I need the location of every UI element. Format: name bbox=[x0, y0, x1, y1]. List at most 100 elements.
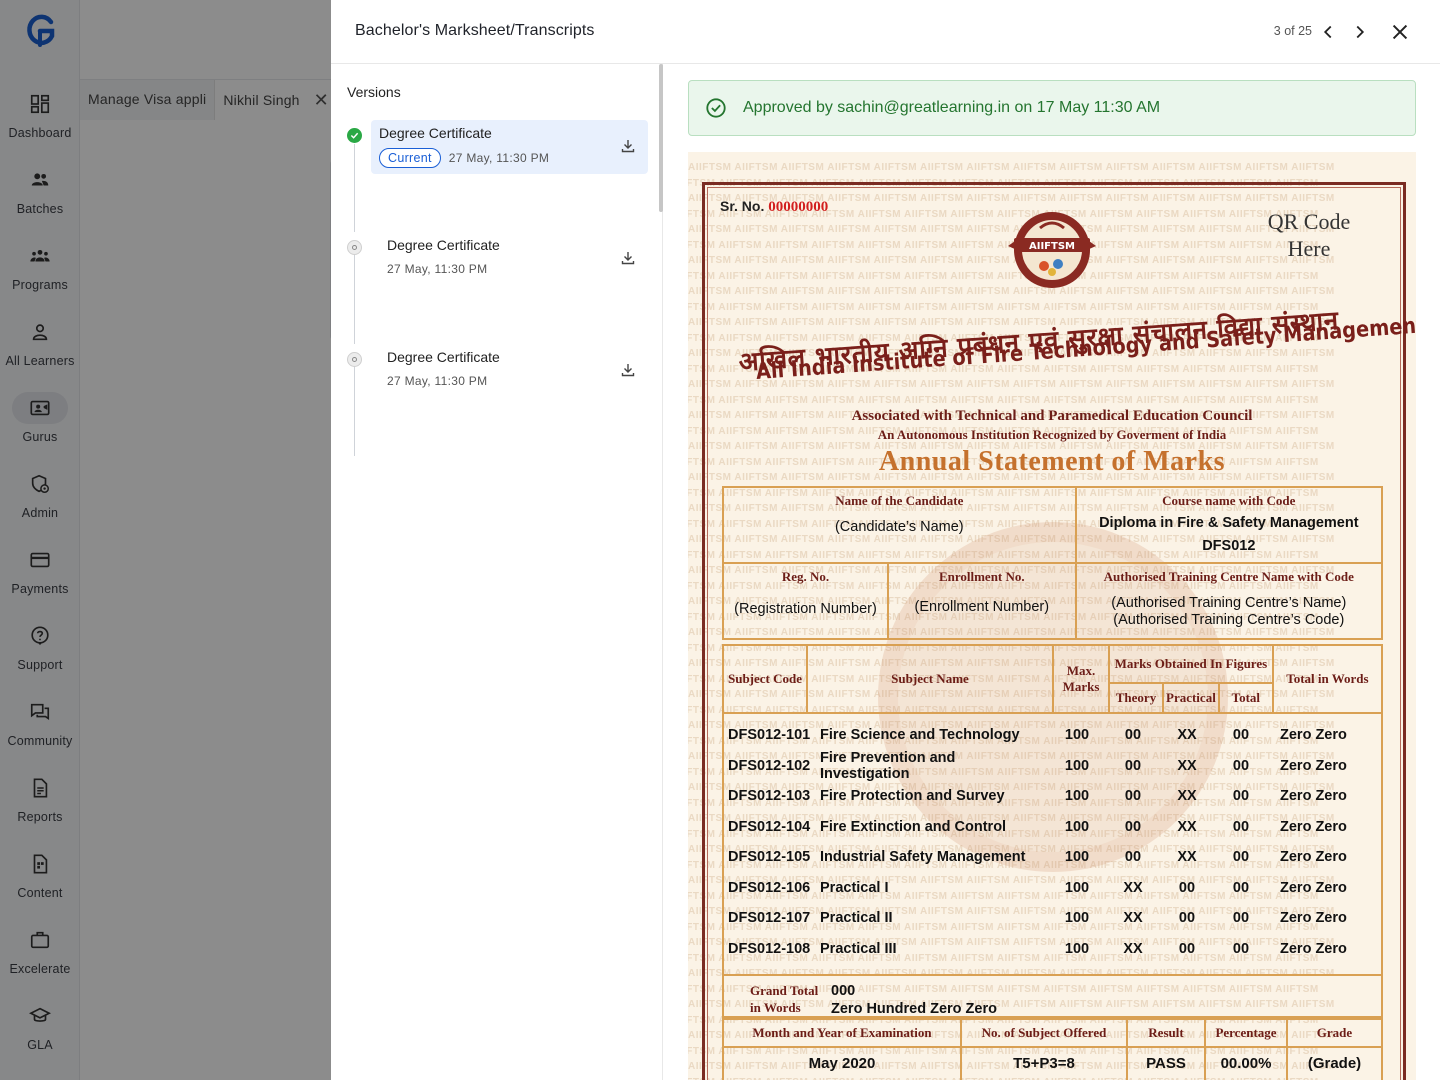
versions-scrollbar[interactable] bbox=[659, 64, 663, 212]
theory-marks: 00 bbox=[1124, 849, 1142, 866]
subject-row: DFS012-108 Practical III 100 XX 00 00 Zero Zer… bbox=[724, 934, 1381, 965]
total-in-words: Zero Zero bbox=[1280, 940, 1347, 957]
atc-code: (Authorised Training Centre’s Code) bbox=[1113, 612, 1345, 628]
current-badge: Current bbox=[379, 148, 441, 168]
approved-check-icon bbox=[347, 128, 362, 143]
subject-code: DFS012-108 bbox=[728, 940, 811, 957]
total-marks: 00 bbox=[1232, 849, 1250, 866]
total-in-words: Zero Zero bbox=[1280, 879, 1347, 896]
recognition-line: An Autonomous Institution Recognized by … bbox=[877, 427, 1227, 442]
version-item[interactable]: Degree Certificate 27 May, 11:30 PM bbox=[371, 344, 648, 398]
total-marks: 00 bbox=[1232, 910, 1250, 927]
subject-name: Fire Protection and Survey bbox=[820, 788, 1005, 805]
version-item[interactable]: Degree Certificate 27 May, 11:30 PM bbox=[371, 232, 648, 286]
grade-caption: Grade bbox=[1316, 1025, 1353, 1040]
close-button[interactable] bbox=[1388, 20, 1412, 44]
reg-caption: Reg. No. bbox=[781, 569, 830, 584]
course-name: Diploma in Fire & Safety Management bbox=[1099, 515, 1359, 531]
version-date: 27 May, 11:30 PM bbox=[448, 151, 550, 165]
total-in-words: Zero Zero bbox=[1280, 818, 1347, 835]
qr-line-1: QR Code bbox=[1267, 209, 1351, 234]
version-item-current[interactable]: Degree Certificate Current 27 May, 11:30… bbox=[371, 120, 648, 174]
col-max-marks: Max. Marks bbox=[1052, 644, 1110, 714]
download-icon[interactable] bbox=[620, 250, 636, 266]
total-in-words: Zero Zero bbox=[1280, 727, 1347, 744]
col-theory: Theory bbox=[1108, 682, 1164, 714]
exam-month-value: May 2020 bbox=[808, 1055, 876, 1072]
subject-name: Practical II bbox=[820, 910, 893, 927]
download-icon[interactable] bbox=[620, 138, 636, 154]
grand-total-number: 000 bbox=[831, 983, 856, 999]
version-name: Degree Certificate bbox=[387, 349, 500, 365]
col-subject-name: Subject Name bbox=[806, 644, 1054, 714]
col-total: Total bbox=[1217, 682, 1274, 714]
subjects-offered-caption: No. of Subject Offered bbox=[981, 1025, 1107, 1040]
atc-caption: Authorised Training Centre Name with Cod… bbox=[1103, 569, 1354, 584]
subject-row: DFS012-107 Practical II 100 XX 00 00 Zero Zero bbox=[724, 903, 1381, 934]
institute-seal-logo: AIIFTSM bbox=[1008, 212, 1096, 288]
result-value: PASS bbox=[1146, 1055, 1186, 1072]
drawer-header: Bachelor's Marksheet/Transcripts 3 of 25 bbox=[331, 0, 1440, 64]
qr-line-2: Here bbox=[1287, 236, 1331, 261]
registration-number: (Registration Number) bbox=[734, 601, 877, 617]
practical-marks: XX bbox=[1177, 818, 1197, 835]
subjects-body: DFS012-101 Fire Science and Technology 100… bbox=[722, 713, 1383, 975]
total-in-words: Zero Zero bbox=[1280, 757, 1347, 774]
subject-code: DFS012-101 bbox=[728, 727, 811, 744]
subject-name: Fire Prevention and Investigation bbox=[820, 749, 956, 782]
total-in-words: Zero Zero bbox=[1280, 788, 1347, 805]
result-summary-table: Month and Year of Examination No. of Sub… bbox=[722, 1018, 1383, 1080]
max-marks: 100 bbox=[1064, 757, 1090, 774]
total-marks: 00 bbox=[1232, 940, 1250, 957]
document-drawer: Bachelor's Marksheet/Transcripts 3 of 25… bbox=[331, 0, 1440, 1080]
practical-marks: XX bbox=[1177, 788, 1197, 805]
practical-marks: 00 bbox=[1178, 879, 1196, 896]
grand-total-words: Zero Hundred Zero Zero bbox=[831, 1001, 997, 1017]
association-line: Associated with Technical and Paramedica… bbox=[851, 408, 1253, 424]
candidate-name: (Candidate’s Name) bbox=[834, 519, 964, 535]
max-marks: 100 bbox=[1064, 940, 1090, 957]
max-marks: 100 bbox=[1064, 788, 1090, 805]
col-subject-code: Subject Code bbox=[722, 644, 808, 714]
total-marks: 00 bbox=[1232, 727, 1250, 744]
timeline-line bbox=[354, 366, 355, 456]
subject-name: Fire Extinction and Control bbox=[820, 818, 1007, 835]
version-dot-icon bbox=[347, 352, 362, 367]
col-total-words: Total in Words bbox=[1271, 644, 1384, 714]
subject-row: DFS012-103 Fire Protection and Survey 100 0… bbox=[724, 781, 1381, 812]
subject-name: Fire Science and Technology bbox=[820, 727, 1020, 744]
total-in-words: Zero Zero bbox=[1280, 849, 1347, 866]
qr-code-placeholder: QR Code Here bbox=[1254, 208, 1364, 262]
practical-marks: XX bbox=[1177, 849, 1197, 866]
grand-total-label: Grand Total in Words bbox=[750, 982, 818, 1016]
percentage-caption: Percentage bbox=[1215, 1025, 1277, 1040]
subject-row: DFS012-106 Practical I 100 XX 00 00 Zero Zero bbox=[724, 873, 1381, 904]
document-preview: Approved by sachin@greatlearning.in on 1… bbox=[664, 64, 1440, 1080]
total-marks: 00 bbox=[1232, 879, 1250, 896]
total-marks: 00 bbox=[1232, 818, 1250, 835]
course-code: DFS012 bbox=[1202, 538, 1256, 554]
approval-text: Approved by sachin@greatlearning.in on 1… bbox=[743, 99, 1161, 116]
previous-button[interactable] bbox=[1316, 20, 1340, 44]
grand-total-value: 000 Zero Hundred Zero Zero bbox=[831, 982, 997, 1018]
serial-value: 00000000 bbox=[768, 199, 829, 215]
timeline-line bbox=[354, 144, 355, 232]
check-circle-icon bbox=[706, 98, 726, 118]
subject-code: DFS012-104 bbox=[728, 818, 811, 835]
subject-code: DFS012-107 bbox=[728, 910, 811, 927]
enrollment-caption: Enrollment No. bbox=[938, 569, 1025, 584]
theory-marks: XX bbox=[1123, 940, 1143, 957]
serial-number: Sr. No. 00000000 bbox=[720, 198, 828, 216]
enrollment-number: (Enrollment Number) bbox=[914, 599, 1050, 615]
subject-name: Practical III bbox=[820, 940, 897, 957]
download-icon[interactable] bbox=[620, 362, 636, 378]
theory-marks: 00 bbox=[1124, 757, 1142, 774]
next-button[interactable] bbox=[1348, 20, 1372, 44]
subject-row: DFS012-101 Fire Science and Technology 100… bbox=[724, 720, 1381, 751]
versions-panel: Versions Degree Certificate Current 27 M… bbox=[331, 64, 663, 1080]
theory-marks: XX bbox=[1123, 910, 1143, 927]
max-marks: 100 bbox=[1064, 818, 1090, 835]
seal-text: AIIFTSM bbox=[1029, 241, 1075, 252]
subject-code: DFS012-106 bbox=[728, 879, 811, 896]
approval-banner: Approved by sachin@greatlearning.in on 1… bbox=[688, 80, 1416, 136]
